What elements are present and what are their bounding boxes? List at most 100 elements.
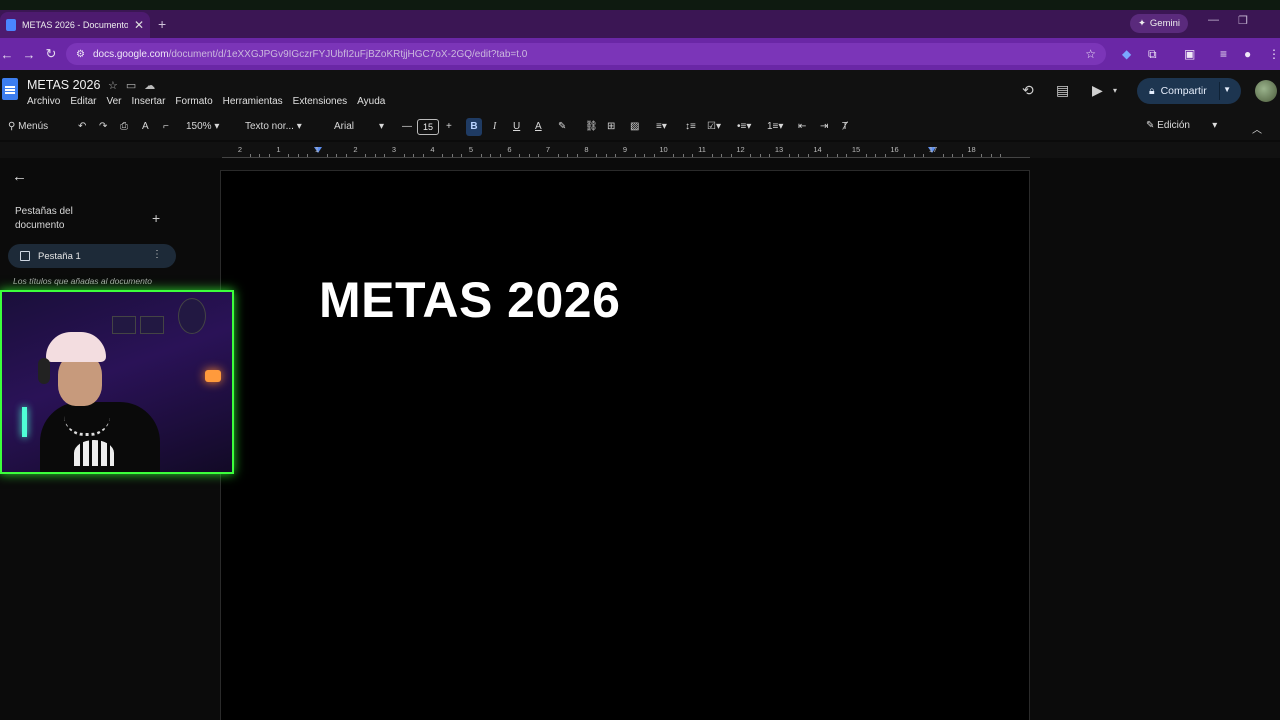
text-color-icon[interactable]: A [535, 121, 542, 132]
docs-header: METAS 2026 ☆▭☁ Archivo Editar Ver Insert… [0, 70, 1280, 116]
ruler-label: 15 [851, 145, 861, 154]
document-page[interactable]: METAS 2026 [220, 170, 1030, 720]
account-avatar[interactable] [1255, 80, 1277, 102]
new-tab-button[interactable]: + [158, 16, 166, 32]
increase-indent-icon[interactable]: ⇥ [820, 121, 828, 132]
checklist-icon[interactable]: ☑▾ [707, 121, 721, 132]
numbered-list-icon[interactable]: 1≡▾ [767, 121, 783, 132]
ruler-tick [499, 154, 501, 157]
paint-format-icon[interactable]: ⌐ [163, 121, 169, 132]
back-arrow-icon[interactable]: ← [12, 168, 27, 185]
menu-ayuda[interactable]: Ayuda [357, 96, 385, 107]
ruler-tick [442, 154, 444, 157]
cloud-status-icon[interactable]: ☁ [144, 80, 163, 92]
puzzle-icon[interactable]: ⧉ [1148, 47, 1157, 62]
increase-size-icon[interactable]: + [446, 121, 452, 132]
bulleted-list-icon[interactable]: •≡▾ [737, 121, 751, 132]
document-icon [20, 251, 30, 261]
ruler-tick [374, 154, 376, 157]
menu-herramientas[interactable]: Herramientas [223, 96, 283, 107]
print-icon[interactable]: ⎙ [120, 121, 128, 132]
minimize-icon[interactable]: — [1208, 14, 1219, 26]
more-options-icon[interactable]: ⋮ [152, 249, 162, 260]
menu-formato[interactable]: Formato [175, 96, 212, 107]
docs-favicon-icon [6, 19, 16, 31]
comments-icon[interactable]: ▤ [1056, 82, 1069, 99]
ruler-track[interactable]: 2 1 1 2 3 4 5 6 7 8 9 10 11 12 13 14 15 16 17 18 [222, 142, 1030, 158]
share-button[interactable]: 🔒︎ Compartir ▼ [1137, 78, 1241, 104]
italic-button[interactable]: I [493, 121, 496, 132]
reload-icon[interactable]: ↻ [40, 46, 62, 62]
document-heading[interactable]: METAS 2026 [319, 271, 620, 329]
meet-caret-icon[interactable]: ▾ [1113, 86, 1117, 95]
browser-tabbar: METAS 2026 - Documentos de ✕ + ✦ Gemini … [0, 10, 1280, 38]
menu-editar[interactable]: Editar [70, 96, 96, 107]
meet-icon[interactable]: ▶ [1092, 82, 1103, 99]
ruler-tick [384, 154, 386, 157]
highlight-icon[interactable]: ✎ [558, 121, 566, 132]
add-tab-icon[interactable]: + [152, 210, 160, 226]
menu-extensiones[interactable]: Extensiones [293, 96, 347, 107]
ruler-tick [297, 154, 299, 157]
close-tab-icon[interactable]: ✕ [134, 18, 144, 32]
back-nav-icon[interactable]: ← [0, 47, 18, 62]
ruler-tick [769, 154, 771, 157]
undo-icon[interactable]: ↶ [78, 121, 86, 132]
bookmark-star-icon[interactable]: ☆ [1085, 47, 1096, 61]
ruler-label: 18 [967, 145, 976, 154]
ruler-tick [634, 154, 636, 157]
add-comment-icon[interactable]: ⊞ [607, 121, 615, 132]
redo-icon[interactable]: ↷ [99, 121, 107, 132]
zoom-select[interactable]: 150% ▾ [186, 121, 219, 132]
url-text: docs.google.com/document/d/1eXXGJPGv9IGc… [93, 49, 527, 60]
site-settings-icon[interactable]: ⚙ [76, 49, 85, 60]
style-select[interactable]: Texto nor... ▾ [245, 121, 302, 132]
browser-menu-icon[interactable]: ⋮ [1268, 47, 1280, 61]
title-actions: ☆▭☁ [108, 79, 163, 92]
docs-logo-icon[interactable] [2, 78, 18, 100]
forward-nav-icon[interactable]: → [18, 47, 40, 62]
spellcheck-icon[interactable]: A [142, 121, 149, 132]
star-icon[interactable]: ☆ [108, 80, 126, 92]
document-title[interactable]: METAS 2026 [27, 78, 100, 92]
decrease-indent-icon[interactable]: ⇤ [798, 121, 806, 132]
bold-button[interactable]: B [466, 118, 482, 136]
font-value: Arial [334, 121, 355, 132]
sparkle-icon: ✦ [1137, 18, 1146, 29]
extension-icon[interactable]: ◆ [1122, 47, 1131, 61]
reading-list-icon[interactable]: ≡ [1220, 47, 1227, 61]
ruler-tick [259, 154, 261, 157]
line-spacing-icon[interactable]: ↕≡ [685, 121, 696, 132]
browser-tab[interactable]: METAS 2026 - Documentos de ✕ [0, 12, 150, 38]
menu-ver[interactable]: Ver [106, 96, 121, 107]
sidebar-item-tab-1[interactable]: Pestaña 1 ⋮ [8, 244, 176, 268]
share-divider [1219, 82, 1220, 100]
ruler-tick [249, 154, 251, 157]
menus-search[interactable]: ⚲ Menús [8, 121, 48, 132]
decrease-size-icon[interactable]: — [402, 121, 412, 132]
font-size-input[interactable]: 15 [417, 119, 439, 135]
collapse-toolbar-icon[interactable]: ︿ [1252, 121, 1262, 136]
font-select[interactable]: Arial ▾ [334, 121, 384, 132]
restore-icon[interactable]: ❐ [1238, 14, 1248, 27]
version-history-icon[interactable]: ⟲ [1022, 82, 1034, 99]
link-icon[interactable]: ⛓ [585, 121, 598, 132]
underline-button[interactable]: U [513, 121, 520, 132]
url-bar[interactable]: ⚙ docs.google.com/document/d/1eXXGJPGv9I… [66, 43, 1106, 65]
align-icon[interactable]: ≡▾ [656, 121, 667, 132]
split-view-icon[interactable]: ▣ [1184, 47, 1195, 61]
editing-mode-select[interactable]: ✎ Edición ▾ [1146, 120, 1217, 131]
clear-formatting-icon[interactable]: Ⱦ [842, 121, 848, 132]
browser-tab-title: METAS 2026 - Documentos de [22, 20, 128, 30]
profile-icon[interactable]: ● [1244, 47, 1251, 61]
menu-insertar[interactable]: Insertar [132, 96, 166, 107]
ruler-tick [692, 154, 694, 157]
ruler-label: 10 [659, 145, 668, 154]
move-folder-icon[interactable]: ▭ [126, 80, 144, 92]
webcam-overlay [0, 290, 234, 474]
menu-archivo[interactable]: Archivo [27, 96, 60, 107]
share-caret-icon[interactable]: ▼ [1223, 85, 1231, 94]
image-icon[interactable]: ▨ [630, 121, 639, 132]
gemini-button[interactable]: ✦ Gemini [1129, 14, 1188, 33]
ruler-tick [990, 154, 992, 157]
